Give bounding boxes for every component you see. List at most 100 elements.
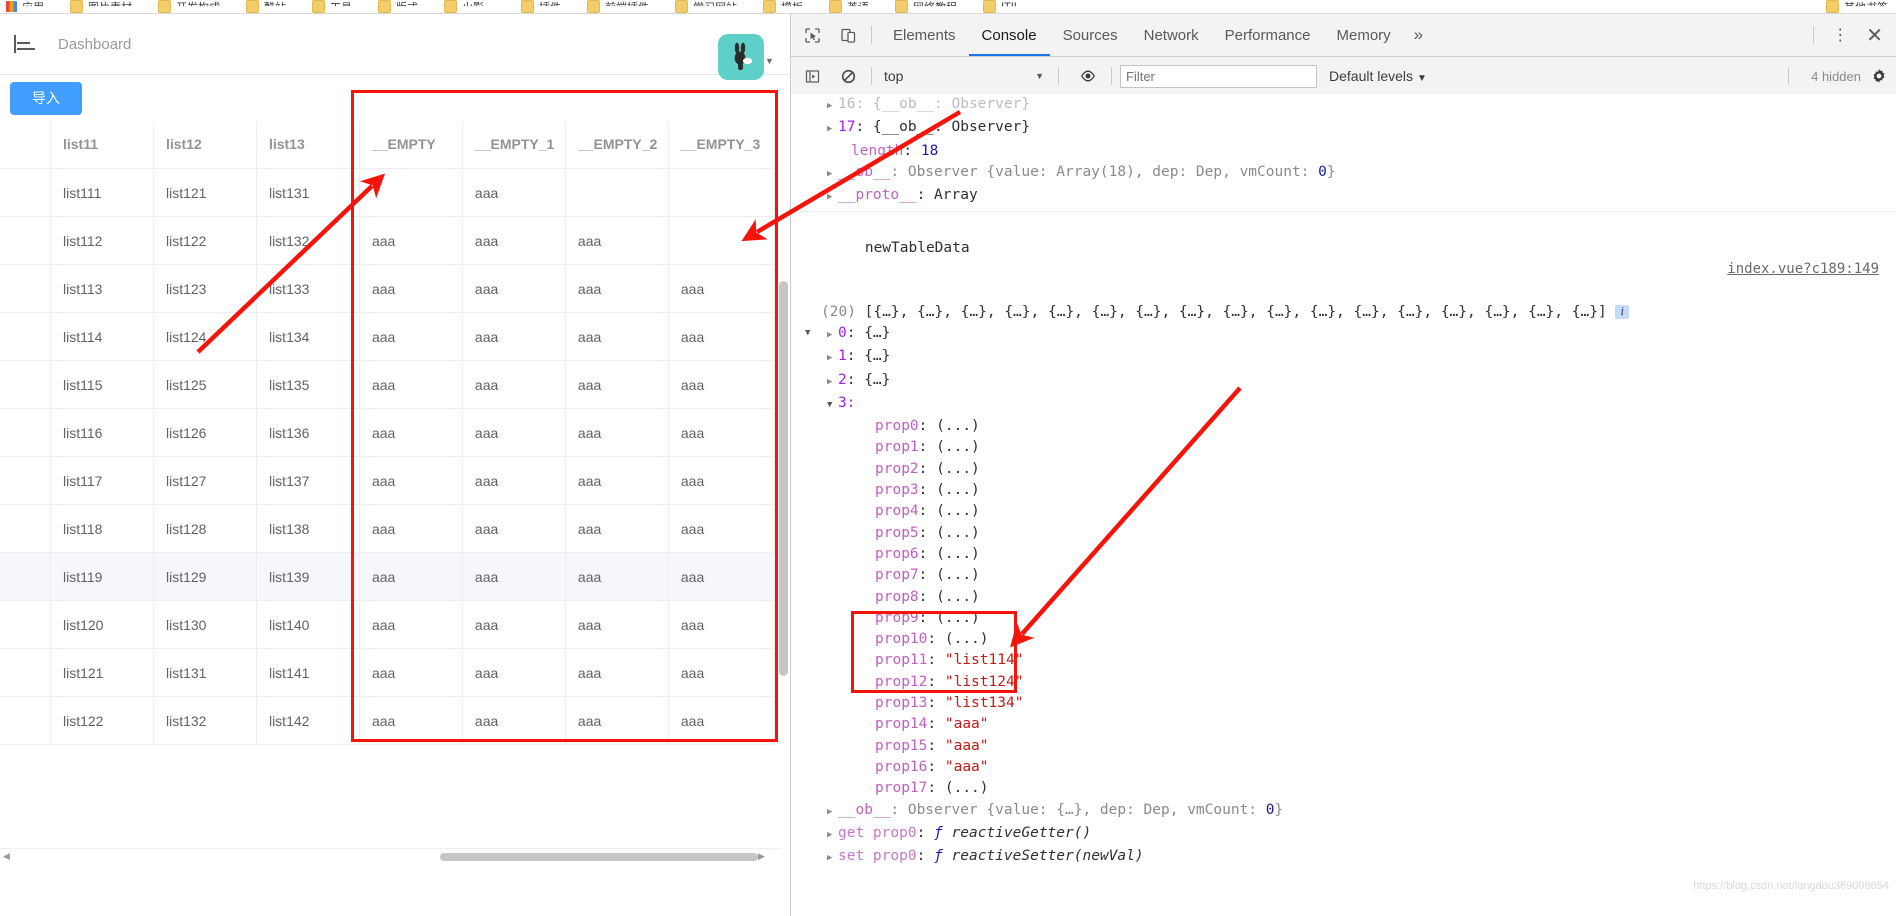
browser-bookmarks-bar[interactable]: 应用 图片素材 开发构成 酷站 工具 版式 火影、 插件 前端插件 学习网站 模… (0, 0, 1896, 14)
tab-elements[interactable]: Elements (880, 15, 969, 56)
table-col-header[interactable]: __EMPTY_1 (462, 121, 566, 169)
inspect-element-icon[interactable] (797, 20, 827, 50)
console-prop-value[interactable]: (...) (936, 482, 980, 498)
bookmark-item[interactable]: 酷站 (246, 0, 286, 13)
table-col-header[interactable]: __EMPTY_2 (565, 121, 669, 169)
table-cell: list134 (256, 312, 360, 361)
bookmark-item[interactable]: 工具 (312, 0, 352, 13)
scroll-left-icon[interactable]: ◀ (3, 852, 12, 861)
console-source-link[interactable]: index.vue?c189:149 (1727, 259, 1879, 280)
table-row[interactable]: list117 list127 list137 aaa aaa aaa aaa (0, 456, 776, 505)
table-col-header[interactable]: list11 (50, 121, 154, 169)
table-row[interactable]: list116 list126 list136 aaa aaa aaa aaa (0, 408, 776, 457)
close-icon[interactable]: ✕ (1858, 23, 1891, 48)
bookmark-item[interactable]: 版式 (378, 0, 418, 13)
console-prop-value[interactable]: (...) (945, 780, 989, 796)
console-prop-name: prop14 (875, 716, 928, 733)
table-row[interactable]: list115 list125 list135 aaa aaa aaa aaa (0, 360, 776, 409)
bookmark-item-other[interactable]: 其他书签 (1826, 0, 1888, 13)
console-prop-value[interactable]: (...) (945, 631, 989, 647)
expand-triangle-icon[interactable]: ▶ (827, 325, 838, 346)
table-row[interactable]: list121 list131 list141 aaa aaa aaa aaa (0, 648, 776, 697)
console-prop-value[interactable]: (...) (936, 461, 980, 477)
table-col-header[interactable]: __EMPTY_3 (668, 121, 776, 169)
console-prop-name: set prop0 (838, 848, 917, 865)
toggle-device-toolbar-icon[interactable] (833, 20, 863, 50)
gear-icon[interactable] (1871, 68, 1887, 84)
console-filter-input[interactable] (1120, 64, 1317, 88)
table-row[interactable]: list111 list121 list131 aaa (0, 168, 776, 217)
chevron-down-icon: ▼ (1416, 73, 1427, 84)
table-row[interactable]: list112 list122 list132 aaa aaa aaa (0, 216, 776, 265)
chevron-double-right-icon[interactable]: » (1404, 25, 1433, 45)
tab-performance[interactable]: Performance (1212, 15, 1324, 56)
table-row[interactable]: list114 list124 list134 aaa aaa aaa aaa (0, 312, 776, 361)
console-prop-value[interactable]: (...) (936, 525, 980, 541)
expand-triangle-icon[interactable]: ▶ (827, 187, 838, 208)
table-horizontal-scrollbar[interactable]: ◀ ▶ (0, 848, 781, 865)
table-row[interactable]: list119 list129 list139 aaa aaa aaa aaa (0, 552, 776, 601)
bookmark-item[interactable]: 前端插件 (587, 0, 649, 13)
table-col-header[interactable]: list12 (153, 121, 257, 169)
table-row[interactable]: list122 list132 list142 aaa aaa aaa aaa (0, 696, 776, 745)
bookmark-item[interactable]: 模板 (763, 0, 803, 13)
bookmark-item[interactable]: 图片素材 (70, 0, 132, 13)
scroll-right-icon[interactable]: ▶ (758, 852, 767, 861)
table-cell (0, 312, 51, 361)
expand-triangle-icon[interactable]: ▶ (827, 119, 838, 140)
collapse-triangle-icon[interactable]: ▼ (827, 395, 838, 416)
console-prop-value[interactable]: (...) (936, 503, 980, 519)
scrollbar-thumb[interactable] (779, 281, 788, 676)
console-prop-value[interactable]: (...) (936, 439, 980, 455)
bookmark-item[interactable]: 火影、 (444, 0, 495, 13)
bookmark-item[interactable]: 插件 (521, 0, 561, 13)
table-cell: aaa (565, 600, 669, 649)
console-context-selector[interactable]: top ▼ (880, 68, 1050, 84)
expand-triangle-icon[interactable]: ▶ (827, 96, 838, 117)
expand-triangle-icon[interactable]: ▶ (827, 848, 838, 869)
bookmark-item[interactable]: 网络教程 (895, 0, 957, 13)
expand-triangle-icon[interactable]: ▶ (827, 802, 838, 823)
console-colon: : (918, 567, 937, 584)
live-expression-icon[interactable] (1073, 61, 1103, 91)
console-prop-value[interactable]: (...) (936, 546, 980, 562)
tab-console[interactable]: Console (969, 15, 1050, 56)
console-prop-value[interactable]: (...) (936, 567, 980, 583)
more-vertical-icon[interactable]: ⋮ (1822, 25, 1858, 45)
tab-network[interactable]: Network (1131, 15, 1212, 56)
table-col-header[interactable]: list13 (256, 121, 360, 169)
menu-fold-icon[interactable] (14, 35, 36, 53)
bookmark-item[interactable]: 学习网站 (675, 0, 737, 13)
info-badge-icon[interactable]: i (1615, 304, 1630, 319)
rabbit-avatar-icon[interactable] (718, 34, 764, 80)
console-prop-value[interactable]: (...) (936, 589, 980, 605)
clear-console-icon[interactable] (833, 61, 863, 91)
table-vertical-scrollbar[interactable] (778, 281, 790, 851)
chevron-down-icon[interactable]: ▼ (765, 56, 774, 66)
console-output[interactable]: ▶ 16: {__ob__: Observer} ▶ 17: {__ob__: Ob… (791, 94, 1896, 916)
console-prop-value[interactable]: (...) (936, 610, 980, 626)
show-console-sidebar-icon[interactable] (797, 61, 827, 91)
table-row[interactable]: list120 list130 list140 aaa aaa aaa aaa (0, 600, 776, 649)
import-button[interactable]: 导入 (10, 81, 82, 115)
expand-triangle-icon[interactable]: ▶ (827, 348, 838, 369)
bookmark-item[interactable]: 应用 (6, 0, 44, 13)
expand-triangle-icon[interactable]: ▶ (827, 825, 838, 846)
console-prop-value[interactable]: (...) (936, 418, 980, 434)
toolbar-divider (1788, 67, 1790, 85)
bookmark-item[interactable]: 英语 (829, 0, 869, 13)
bookmark-item[interactable]: ITIL (983, 0, 1020, 13)
console-prop-name: prop12 (875, 673, 928, 690)
bookmark-item[interactable]: 开发构成 (158, 0, 220, 13)
tab-memory[interactable]: Memory (1324, 15, 1404, 56)
table-col-header[interactable]: __EMPTY (359, 121, 463, 169)
table-col-header[interactable] (0, 121, 51, 169)
console-levels-selector[interactable]: Default levels ▼ (1329, 68, 1427, 84)
scrollbar-thumb[interactable] (440, 853, 758, 861)
table-row[interactable]: list113 list123 list133 aaa aaa aaa aaa (0, 264, 776, 313)
table-row[interactable]: list118 list128 list138 aaa aaa aaa aaa (0, 504, 776, 553)
expand-triangle-icon[interactable]: ▶ (827, 372, 838, 393)
expand-triangle-icon[interactable]: ▶ (827, 164, 838, 185)
tab-sources[interactable]: Sources (1050, 15, 1131, 56)
console-prop-name: prop7 (875, 567, 919, 584)
